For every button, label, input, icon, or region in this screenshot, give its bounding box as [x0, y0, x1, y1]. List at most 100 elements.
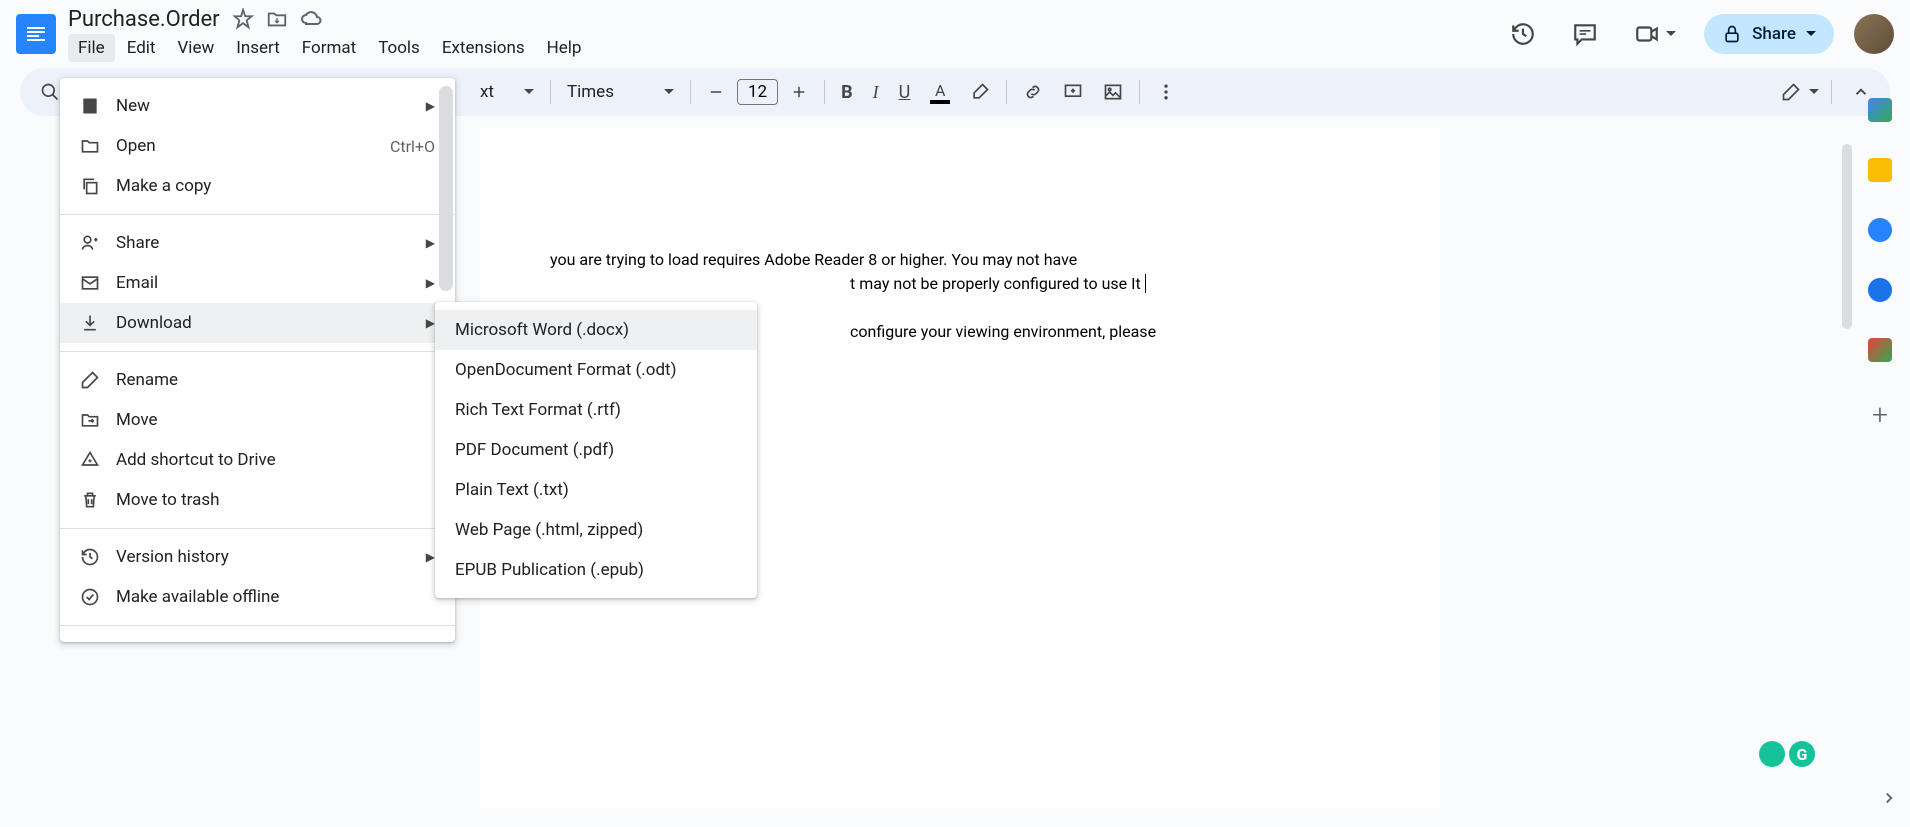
- copy-icon: [80, 176, 100, 196]
- menu-make-copy[interactable]: Make a copy: [60, 166, 455, 206]
- separator: [824, 80, 825, 104]
- font-size-input[interactable]: 12: [737, 79, 778, 105]
- pencil-icon: [80, 370, 100, 390]
- grammarly-icon: G: [1789, 741, 1815, 767]
- header-right: Share: [1502, 13, 1894, 55]
- grammarly-icon: [1759, 741, 1785, 767]
- download-epub[interactable]: EPUB Publication (.epub): [435, 550, 757, 590]
- font-dropdown[interactable]: Times: [559, 78, 682, 106]
- email-icon: [80, 273, 100, 293]
- folder-icon: [80, 136, 100, 156]
- menu-make-offline[interactable]: Make available offline: [60, 577, 455, 617]
- menu-move[interactable]: Move: [60, 400, 455, 440]
- style-dropdown[interactable]: xt: [472, 78, 542, 106]
- editing-mode-button[interactable]: [1781, 82, 1819, 102]
- chevron-down-icon: [1806, 29, 1816, 39]
- menu-add-shortcut[interactable]: Add shortcut to Drive: [60, 440, 455, 480]
- contacts-icon[interactable]: [1868, 278, 1892, 302]
- tasks-icon[interactable]: [1868, 218, 1892, 242]
- download-docx[interactable]: Microsoft Word (.docx): [435, 310, 757, 350]
- menu-tools[interactable]: Tools: [368, 34, 430, 62]
- document-scrollbar[interactable]: [1842, 144, 1852, 329]
- insert-image-icon[interactable]: [1095, 76, 1131, 108]
- menu-rename[interactable]: Rename: [60, 360, 455, 400]
- title-area: Purchase.Order File Edit View Insert For…: [68, 7, 1502, 62]
- menu-file[interactable]: File: [68, 34, 115, 62]
- chevron-right-icon: ▶: [426, 550, 435, 564]
- underline-icon[interactable]: U: [891, 76, 919, 109]
- app-header: Purchase.Order File Edit View Insert For…: [0, 0, 1910, 68]
- menu-bar: File Edit View Insert Format Tools Exten…: [68, 34, 1502, 62]
- decrease-font-icon[interactable]: [699, 77, 733, 107]
- menu-edit[interactable]: Edit: [117, 34, 166, 62]
- side-panel-chevron-icon[interactable]: [1880, 789, 1898, 807]
- menu-move-trash[interactable]: Move to trash: [60, 480, 455, 520]
- share-label: Share: [1752, 24, 1796, 44]
- menu-download[interactable]: Download ▶: [60, 303, 455, 343]
- download-txt[interactable]: Plain Text (.txt): [435, 470, 757, 510]
- comments-icon[interactable]: [1564, 13, 1606, 55]
- menu-insert[interactable]: Insert: [226, 34, 290, 62]
- move-folder-icon[interactable]: [266, 8, 288, 30]
- menu-format[interactable]: Format: [292, 34, 366, 62]
- download-icon: [80, 313, 100, 333]
- share-button[interactable]: Share: [1704, 14, 1834, 54]
- document-title[interactable]: Purchase.Order: [68, 7, 220, 32]
- highlight-icon[interactable]: [962, 76, 998, 108]
- add-panel-icon[interactable]: +: [1872, 398, 1888, 431]
- download-html[interactable]: Web Page (.html, zipped): [435, 510, 757, 550]
- menu-email[interactable]: Email ▶: [60, 263, 455, 303]
- download-submenu: Microsoft Word (.docx) OpenDocument Form…: [435, 302, 757, 598]
- docs-logo-icon[interactable]: [16, 14, 56, 54]
- drive-shortcut-icon: [80, 450, 100, 470]
- chevron-right-icon: ▶: [426, 236, 435, 250]
- chevron-down-icon: [524, 87, 534, 97]
- move-icon: [80, 410, 100, 430]
- chevron-right-icon: ▶: [426, 316, 435, 330]
- history-icon: [80, 547, 100, 567]
- separator: [1139, 80, 1140, 104]
- chevron-down-icon: [664, 87, 674, 97]
- add-comment-icon[interactable]: [1055, 76, 1091, 108]
- menu-view[interactable]: View: [167, 34, 224, 62]
- separator: [1831, 80, 1832, 104]
- grammarly-badge[interactable]: G: [1759, 741, 1815, 767]
- menu-open[interactable]: Open Ctrl+O: [60, 126, 455, 166]
- menu-scrollbar[interactable]: [439, 86, 453, 291]
- download-odt[interactable]: OpenDocument Format (.odt): [435, 350, 757, 390]
- menu-divider: [60, 214, 455, 215]
- menu-help[interactable]: Help: [537, 34, 592, 62]
- menu-extensions[interactable]: Extensions: [432, 34, 535, 62]
- menu-version-history[interactable]: Version history ▶: [60, 537, 455, 577]
- person-add-icon: [80, 233, 100, 253]
- side-panel: +: [1850, 90, 1910, 431]
- increase-font-icon[interactable]: [782, 77, 816, 107]
- text-color-icon[interactable]: A: [922, 75, 958, 110]
- separator: [690, 80, 691, 104]
- document-icon: [80, 96, 100, 116]
- offline-icon: [80, 587, 100, 607]
- menu-new[interactable]: New ▶: [60, 86, 455, 126]
- download-pdf[interactable]: PDF Document (.pdf): [435, 430, 757, 470]
- chevron-right-icon: ▶: [426, 276, 435, 290]
- file-menu-dropdown: New ▶ Open Ctrl+O Make a copy Share ▶ Em…: [60, 78, 455, 642]
- history-icon[interactable]: [1502, 13, 1544, 55]
- download-rtf[interactable]: Rich Text Format (.rtf): [435, 390, 757, 430]
- menu-share[interactable]: Share ▶: [60, 223, 455, 263]
- calendar-icon[interactable]: [1868, 98, 1892, 122]
- meet-icon[interactable]: [1626, 13, 1684, 55]
- trash-icon: [80, 490, 100, 510]
- star-icon[interactable]: [232, 8, 254, 30]
- lock-icon: [1722, 24, 1742, 44]
- more-icon[interactable]: [1148, 76, 1184, 108]
- cloud-status-icon[interactable]: [300, 7, 324, 31]
- user-avatar[interactable]: [1854, 14, 1894, 54]
- chevron-right-icon: ▶: [426, 99, 435, 113]
- menu-divider: [60, 528, 455, 529]
- link-icon[interactable]: [1015, 76, 1051, 108]
- maps-icon[interactable]: [1868, 338, 1892, 362]
- bold-icon[interactable]: B: [833, 76, 861, 109]
- menu-divider: [60, 625, 455, 626]
- keep-icon[interactable]: [1868, 158, 1892, 182]
- italic-icon[interactable]: I: [865, 76, 887, 109]
